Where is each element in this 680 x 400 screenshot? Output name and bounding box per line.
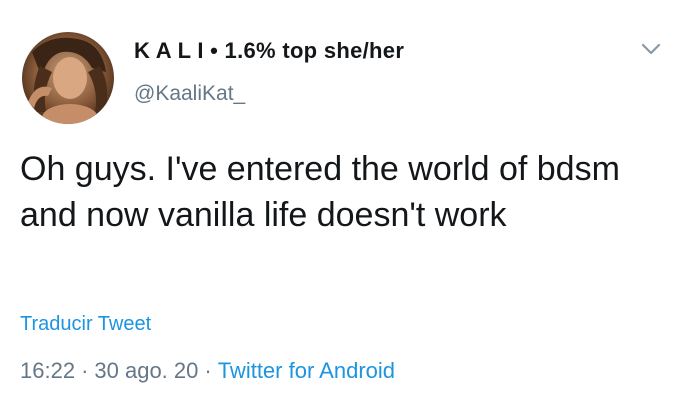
chevron-down-icon[interactable] xyxy=(640,40,662,58)
tweet-time[interactable]: 16:22 xyxy=(20,358,75,383)
tweet-text: Oh guys. I've entered the world of bdsm … xyxy=(20,150,620,234)
separator: · xyxy=(204,358,212,383)
tweet-card: K A L I • 1.6% top she/her @KaaliKat_ Oh… xyxy=(0,0,680,400)
tweet-date[interactable]: 30 ago. 20 xyxy=(94,358,198,383)
avatar[interactable] xyxy=(22,32,114,124)
translate-tweet-link[interactable]: Traducir Tweet xyxy=(20,313,151,336)
user-handle[interactable]: @KaaliKat_ xyxy=(134,82,245,106)
display-name[interactable]: K A L I • 1.6% top she/her xyxy=(134,38,404,64)
tweet-metadata: 16:22 · 30 ago. 20 · Twitter for Android xyxy=(20,358,395,384)
tweet-source-link[interactable]: Twitter for Android xyxy=(218,358,395,383)
avatar-photo xyxy=(22,32,114,124)
separator: · xyxy=(81,358,89,383)
